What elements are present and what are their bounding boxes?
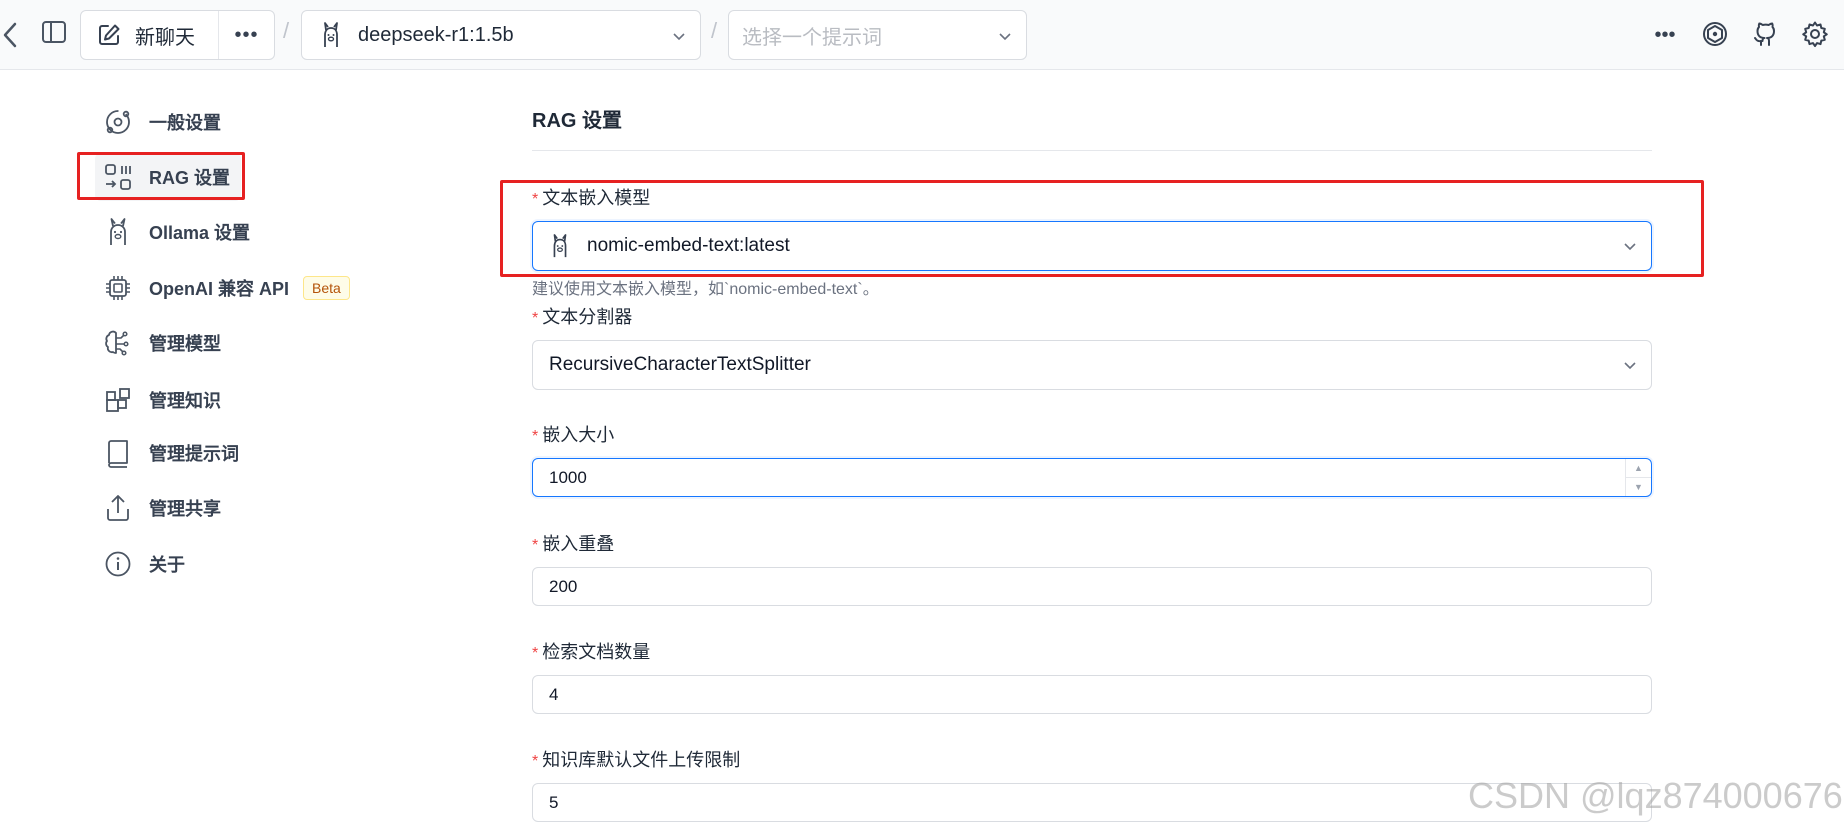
sidebar-item-prompts[interactable]: 管理提示词 (95, 429, 355, 477)
sidebar-item-sharing[interactable]: 管理共享 (95, 484, 355, 532)
chevron-down-icon (999, 33, 1011, 41)
beta-badge: Beta (303, 276, 350, 300)
top-bar: 新聊天 ••• / deepseek-r1:1.5b / 选择一个提示词 ••• (0, 0, 1844, 70)
new-chat-label: 新聊天 (135, 26, 195, 49)
prompt-select[interactable]: 选择一个提示词 (728, 10, 1027, 60)
chunk-overlap-input[interactable]: 200 (532, 567, 1652, 606)
watermark: CSDN @lqz874000676 (1468, 775, 1843, 816)
highlight-box (500, 180, 1704, 277)
edit-icon (97, 23, 121, 47)
chunk-overlap-label-text: 嵌入重叠 (542, 534, 615, 554)
chat-controls: 新聊天 ••• (80, 10, 275, 60)
llama-icon (318, 21, 344, 49)
new-chat-button[interactable]: 新聊天 (81, 11, 219, 59)
chunk-size-label: * 嵌入大小 (532, 421, 614, 447)
share-icon (95, 485, 141, 531)
chunk-size-label-text: 嵌入大小 (542, 425, 615, 445)
chip-icon (95, 265, 141, 311)
splitter-select[interactable]: RecursiveCharacterTextSplitter (532, 340, 1652, 390)
stepper-up-icon[interactable]: ▲ (1626, 459, 1651, 477)
retrieve-count-label-text: 检索文档数量 (542, 642, 651, 662)
model-select-value: deepseek-r1:1.5b (358, 23, 514, 46)
back-chevron-icon[interactable] (0, 20, 20, 50)
upload-limit-label: * 知识库默认文件上传限制 (532, 746, 740, 772)
sidebar-item-label: 管理共享 (149, 499, 221, 519)
retrieve-count-input[interactable]: 4 (532, 675, 1652, 714)
sidebar-item-ollama[interactable]: Ollama 设置 (95, 208, 355, 256)
highlight-box (77, 152, 245, 200)
required-mark: * (532, 645, 539, 662)
github-icon[interactable] (1750, 18, 1780, 50)
sidebar-item-label: 管理提示词 (149, 444, 239, 464)
sidebar-item-label: OpenAI 兼容 API (149, 279, 290, 299)
sidebar-item-label: 一般设置 (149, 113, 221, 133)
chevron-down-icon (1624, 362, 1636, 370)
chunk-overlap-label: * 嵌入重叠 (532, 530, 614, 556)
sidebar-item-label: 关于 (149, 555, 185, 575)
required-mark: * (532, 310, 539, 327)
llama-icon (95, 209, 141, 255)
gear-icon[interactable] (1800, 18, 1830, 50)
upload-limit-label-text: 知识库默认文件上传限制 (542, 750, 741, 770)
divider (532, 150, 1652, 151)
openai-icon[interactable] (1700, 18, 1730, 50)
sidebar-item-models[interactable]: 管理模型 (95, 319, 355, 367)
sidebar-item-about[interactable]: 关于 (95, 540, 355, 588)
embed-model-help: 建议使用文本嵌入模型，如`nomic-embed-text`。 (532, 281, 879, 298)
required-mark: * (532, 537, 539, 554)
brain-icon (95, 320, 141, 366)
chunk-size-value: 1000 (549, 467, 587, 487)
splitter-label-text: 文本分割器 (542, 307, 633, 327)
breadcrumb-separator: / (711, 18, 718, 43)
chunk-overlap-value: 200 (549, 576, 578, 596)
more-options-icon[interactable]: ••• (219, 24, 274, 47)
prompt-select-placeholder: 选择一个提示词 (742, 26, 882, 49)
upload-limit-value: 5 (549, 792, 559, 812)
sidebar-item-label: 管理知识 (149, 391, 221, 411)
model-select[interactable]: deepseek-r1:1.5b (301, 10, 701, 60)
page-title: RAG 设置 (532, 110, 622, 132)
blocks-icon (95, 377, 141, 423)
sidebar-item-knowledge[interactable]: 管理知识 (95, 376, 355, 424)
sidebar-item-label: Ollama 设置 (149, 223, 251, 243)
info-icon (95, 541, 141, 587)
more-menu-icon[interactable]: ••• (1650, 20, 1680, 50)
sidebar-item-openai-api[interactable]: OpenAI 兼容 API Beta (95, 264, 355, 312)
orbit-icon (95, 99, 141, 145)
sidebar-item-label: 管理模型 (149, 334, 221, 354)
required-mark: * (532, 428, 539, 445)
sidebar-toggle-icon[interactable] (40, 18, 68, 46)
retrieve-count-value: 4 (549, 684, 559, 704)
stepper-down-icon[interactable]: ▼ (1626, 477, 1651, 496)
sidebar-item-general[interactable]: 一般设置 (95, 98, 355, 146)
chunk-size-input[interactable]: 1000 ▲ ▼ (532, 458, 1652, 497)
splitter-value: RecursiveCharacterTextSplitter (549, 354, 811, 375)
number-stepper[interactable]: ▲ ▼ (1625, 459, 1651, 496)
required-mark: * (532, 753, 539, 770)
retrieve-count-label: * 检索文档数量 (532, 638, 650, 664)
book-icon (95, 430, 141, 476)
splitter-label: * 文本分割器 (532, 303, 632, 329)
chevron-down-icon (673, 33, 685, 41)
breadcrumb-separator: / (283, 18, 290, 43)
